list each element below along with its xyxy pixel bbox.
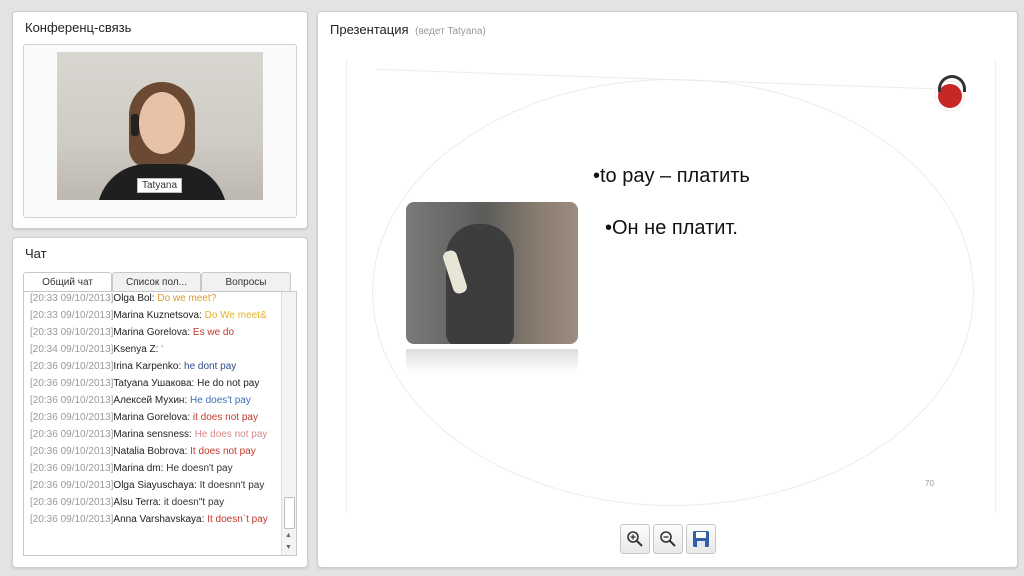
chat-message: [20:36 09/10/2013]Marina Gorelova: it do… [30, 411, 280, 428]
chat-panel: Чат Общий чат Список пол... Вопросы [20:… [12, 237, 308, 568]
chat-message: [20:33 09/10/2013]Olga Bol: Do we meet? [30, 292, 280, 309]
chat-message: [20:36 09/10/2013]Irina Karpenko: he don… [30, 360, 280, 377]
scroll-down-icon[interactable]: ▼ [283, 543, 294, 553]
message-author: Marina Gorelova: [113, 412, 191, 423]
chat-scrollbar[interactable]: ▲ ▼ [281, 292, 296, 555]
message-author: Алексей Мухин: [113, 395, 188, 406]
conference-panel: Конференц-связь Tatyana [12, 11, 308, 229]
chat-message: [20:36 09/10/2013]Tatyana Ушакова: He do… [30, 377, 280, 394]
zoom-out-icon [660, 531, 676, 547]
headphones-logo-icon [935, 75, 966, 111]
message-timestamp: [20:36 09/10/2013] [30, 361, 114, 372]
chat-log[interactable]: [20:33 09/10/2013]Olga Bol: Do we meet?[… [23, 291, 297, 556]
video-feed[interactable]: Tatyana [57, 52, 263, 200]
message-author: Marina Gorelova: [113, 327, 191, 338]
chat-message: [20:36 09/10/2013]Alsu Terra: it doesn"t… [30, 496, 280, 513]
message-text: He do not pay [197, 378, 260, 389]
message-timestamp: [20:36 09/10/2013] [30, 463, 114, 474]
presentation-title: Презентация (ведет Tatyana) [330, 22, 486, 37]
tab-questions[interactable]: Вопросы [201, 272, 291, 293]
zoom-out-button[interactable] [653, 524, 683, 554]
scroll-up-icon[interactable]: ▲ [283, 531, 294, 541]
message-text: it doesn"t pay [163, 497, 225, 508]
slide-photo-reflection [406, 349, 578, 373]
chat-message: [20:36 09/10/2013]Marina sensness: He do… [30, 428, 280, 445]
slide: •to pay – платить •Он не платит. 70 [346, 59, 996, 513]
message-text: it does not pay [192, 412, 258, 423]
message-text: ' [161, 344, 164, 355]
message-author: Alsu Terra: [113, 497, 162, 508]
tab-participants[interactable]: Список пол... [112, 272, 201, 293]
chat-message: [20:36 09/10/2013]Natalia Bobrova: It do… [30, 445, 280, 462]
message-text: He does not pay [194, 429, 268, 440]
message-author: Anna Varshavskaya: [113, 514, 205, 525]
message-author: Irina Karpenko: [113, 361, 182, 372]
slide-number: 70 [925, 479, 934, 488]
scroll-thumb[interactable] [284, 497, 295, 529]
slide-animal-photo [406, 202, 578, 344]
message-timestamp: [20:36 09/10/2013] [30, 378, 114, 389]
presentation-title-text: Презентация [330, 22, 409, 37]
chat-tabs: Общий чат Список пол... Вопросы [23, 272, 291, 293]
message-text: It doesn`t pay [207, 514, 268, 525]
message-timestamp: [20:36 09/10/2013] [30, 395, 114, 406]
message-timestamp: [20:36 09/10/2013] [30, 514, 114, 525]
message-text: It does not pay [190, 446, 256, 457]
chat-messages: [20:33 09/10/2013]Olga Bol: Do we meet?[… [24, 292, 296, 530]
message-text: It doesnn't pay [199, 480, 265, 491]
presentation-subtitle: (ведет Tatyana) [415, 26, 486, 37]
conference-title: Конференц-связь [25, 20, 132, 35]
chat-message: [20:34 09/10/2013]Ksenya Z: ' [30, 343, 280, 360]
message-author: Marina Kuznetsova: [113, 310, 202, 321]
chat-message: [20:36 09/10/2013]Anna Varshavskaya: It … [30, 513, 280, 530]
chat-message: [20:33 09/10/2013]Marina Gorelova: Es we… [30, 326, 280, 343]
message-timestamp: [20:33 09/10/2013] [30, 327, 114, 338]
video-name-label: Tatyana [137, 178, 183, 193]
save-button[interactable] [686, 524, 716, 554]
message-timestamp: [20:33 09/10/2013] [30, 293, 114, 304]
message-author: Marina sensness: [113, 429, 192, 440]
chat-title: Чат [25, 246, 47, 261]
zoom-in-button[interactable] [620, 524, 650, 554]
chat-message: [20:36 09/10/2013]Алексей Мухин: He does… [30, 394, 280, 411]
message-author: Tatyana Ушакова: [113, 378, 195, 389]
person-face [139, 92, 185, 154]
message-timestamp: [20:34 09/10/2013] [30, 344, 114, 355]
message-text: He doesn't pay [166, 463, 233, 474]
message-timestamp: [20:36 09/10/2013] [30, 497, 114, 508]
zoom-in-icon [627, 531, 643, 547]
tab-general-chat[interactable]: Общий чат [23, 272, 112, 293]
message-author: Marina dm: [113, 463, 164, 474]
message-text: He does't pay [190, 395, 251, 406]
message-author: Olga Siayuschaya: [113, 480, 197, 491]
slide-bullet-1: •to pay – платить [593, 165, 750, 187]
message-text: Do We meet& [204, 310, 267, 321]
message-text: he dont pay [184, 361, 237, 372]
save-icon [693, 531, 709, 547]
message-text: Do we meet? [157, 293, 217, 304]
slide-bullet-2: •Он не платит. [605, 217, 738, 239]
chat-message: [20:36 09/10/2013]Olga Siayuschaya: It d… [30, 479, 280, 496]
headset-icon [131, 114, 139, 136]
video-frame: Tatyana [23, 44, 297, 218]
message-timestamp: [20:36 09/10/2013] [30, 412, 114, 423]
presentation-panel: Презентация (ведет Tatyana) •to pay – пл… [317, 11, 1018, 568]
message-timestamp: [20:33 09/10/2013] [30, 310, 114, 321]
message-text: Es we do [192, 327, 235, 338]
message-author: Natalia Bobrova: [113, 446, 188, 457]
chat-message: [20:36 09/10/2013]Marina dm: He doesn't … [30, 462, 280, 479]
message-timestamp: [20:36 09/10/2013] [30, 446, 114, 457]
message-author: Ksenya Z: [113, 344, 159, 355]
message-timestamp: [20:36 09/10/2013] [30, 480, 114, 491]
message-author: Olga Bol: [113, 293, 155, 304]
message-timestamp: [20:36 09/10/2013] [30, 429, 114, 440]
chat-message: [20:33 09/10/2013]Marina Kuznetsova: Do … [30, 309, 280, 326]
